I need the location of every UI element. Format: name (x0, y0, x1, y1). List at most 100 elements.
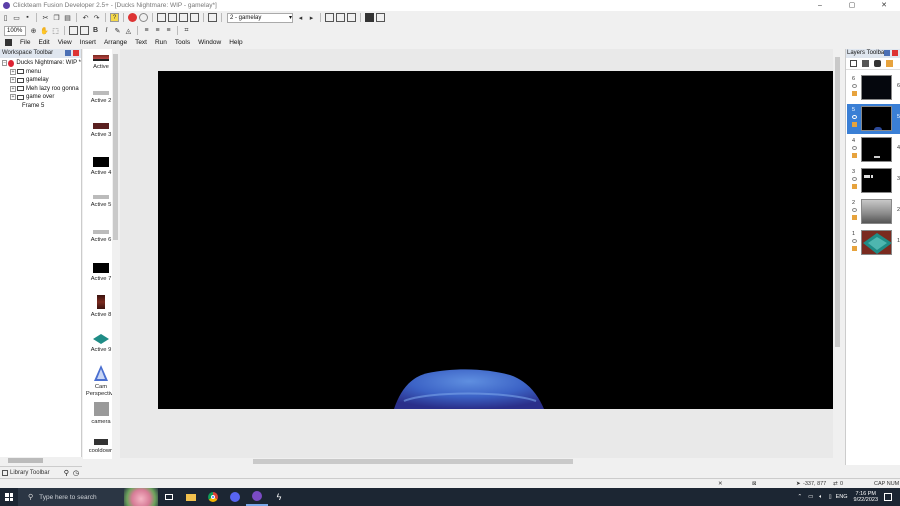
help-icon[interactable]: ? (110, 13, 119, 22)
object-list-scrollbar[interactable] (112, 49, 119, 459)
lock-icon[interactable] (852, 122, 857, 127)
tray-expand-icon[interactable]: ⌃ (797, 494, 802, 500)
data-elements-icon[interactable] (208, 13, 217, 22)
paste-icon[interactable]: ▤ (63, 13, 72, 22)
eye-icon[interactable] (852, 239, 857, 243)
game-frame-canvas[interactable] (158, 71, 834, 409)
add-layer-icon[interactable] (850, 60, 857, 67)
hand-icon[interactable]: ✋ (40, 26, 49, 35)
eye-icon[interactable] (852, 177, 857, 181)
menu-run[interactable]: Run (151, 39, 171, 46)
previous-frame-icon[interactable]: ◂ (296, 13, 305, 22)
scroll-thumb[interactable] (8, 458, 43, 463)
storyboard-editor-icon[interactable] (157, 13, 166, 22)
save-icon[interactable]: ▪ (23, 13, 32, 22)
close-button[interactable]: ✕ (868, 0, 900, 11)
eye-icon[interactable] (852, 208, 857, 212)
layer-visibility-icon[interactable] (874, 60, 881, 67)
file-explorer-button[interactable] (180, 488, 202, 506)
fill-icon[interactable]: ◬ (124, 26, 133, 35)
scroll-thumb[interactable] (835, 57, 840, 347)
window-layout-icon[interactable] (347, 13, 356, 22)
lock-icon[interactable] (852, 215, 857, 220)
undo-icon[interactable]: ↶ (81, 13, 90, 22)
menu-help[interactable]: Help (225, 39, 246, 46)
tree-item-frame[interactable]: + Meh lazy roo gonna (0, 85, 81, 94)
minimize-button[interactable]: – (804, 0, 836, 11)
frame-properties-icon[interactable] (325, 13, 334, 22)
expand-icon[interactable]: + (10, 85, 16, 92)
duck-silhouette[interactable] (158, 71, 834, 409)
lock-icon[interactable] (852, 153, 857, 158)
maximize-button[interactable]: ▢ (836, 0, 868, 11)
new-icon[interactable]: ▯ (1, 13, 10, 22)
language-indicator[interactable]: ENG (836, 494, 848, 500)
run-frame-icon[interactable] (139, 13, 148, 22)
menu-file[interactable]: File (16, 39, 34, 46)
tree-item-frame[interactable]: Frame 5 (0, 102, 81, 111)
tree-item-frame[interactable]: + menu (0, 68, 81, 77)
redo-icon[interactable]: ↷ (92, 13, 101, 22)
expand-icon[interactable]: + (10, 77, 16, 84)
close-icon[interactable] (892, 50, 898, 56)
chrome-button[interactable] (202, 488, 224, 506)
tree-item-frame[interactable]: + game over (0, 93, 81, 102)
battery-icon[interactable]: ▯ (829, 494, 832, 500)
align-center-icon[interactable]: ≡ (153, 26, 162, 35)
fusion-button[interactable] (246, 488, 268, 506)
menu-arrange[interactable]: Arrange (100, 39, 131, 46)
frame-select[interactable]: 2 - gamelay ▾ (227, 12, 293, 23)
eye-icon[interactable] (852, 84, 857, 88)
volume-icon[interactable]: 🔈︎ (819, 494, 822, 501)
pin-icon[interactable] (65, 50, 71, 56)
open-icon[interactable]: ▭ (12, 13, 21, 22)
layer-row-selected[interactable]: 5 5 (847, 104, 900, 134)
layer-row[interactable]: 4 4 (847, 135, 900, 165)
lock-icon[interactable] (852, 184, 857, 189)
bold-icon[interactable]: B (91, 26, 100, 35)
menu-insert[interactable]: Insert (76, 39, 100, 46)
layer-row[interactable]: 1 1 (847, 228, 900, 258)
collapse-icon[interactable]: − (2, 60, 8, 67)
pen-icon[interactable]: ✎ (113, 26, 122, 35)
close-icon[interactable] (73, 50, 79, 56)
library-label[interactable]: Library Toolbar (10, 470, 50, 476)
grid-icon[interactable] (376, 13, 385, 22)
scroll-thumb[interactable] (253, 459, 573, 464)
grid-toggle-icon[interactable] (69, 26, 78, 35)
zoom-select[interactable]: 100% (4, 25, 26, 36)
snap-icon[interactable] (80, 26, 89, 35)
tree-item-project[interactable]: − Ducks Nightmare: WIP * (0, 59, 81, 68)
run-application-icon[interactable] (128, 13, 137, 22)
italic-icon[interactable]: I (102, 26, 111, 35)
stop-icon[interactable] (365, 13, 374, 22)
workspace-hscrollbar[interactable] (0, 457, 82, 465)
menu-tools[interactable]: Tools (171, 39, 194, 46)
editor-hscrollbar[interactable] (120, 458, 842, 466)
search-icon[interactable]: ⚲ (64, 469, 69, 477)
layer-row[interactable]: 3 3 (847, 166, 900, 196)
layer-lock-icon[interactable] (886, 60, 893, 67)
start-button[interactable] (0, 488, 18, 506)
event-list-icon[interactable] (190, 13, 199, 22)
lock-icon[interactable] (852, 91, 857, 96)
lock-icon[interactable] (852, 246, 857, 251)
expand-icon[interactable]: + (10, 68, 16, 75)
taskbar-search[interactable]: ⚲ Type here to search (18, 488, 158, 506)
frame-editor-icon[interactable] (168, 13, 177, 22)
select-icon[interactable]: ⬚ (51, 26, 60, 35)
eye-icon[interactable] (852, 146, 857, 150)
network-icon[interactable]: ▭ (808, 494, 813, 500)
cut-icon[interactable]: ✂ (41, 13, 50, 22)
pin-icon[interactable] (884, 50, 890, 56)
delete-layer-icon[interactable] (862, 60, 869, 67)
menu-edit[interactable]: Edit (34, 39, 53, 46)
app-button[interactable]: ϟ (268, 488, 290, 506)
notifications-icon[interactable] (884, 493, 892, 501)
align-right-icon[interactable]: ≡ (164, 26, 173, 35)
layer-row[interactable]: 2 2 (847, 197, 900, 227)
copy-icon[interactable]: ❐ (52, 13, 61, 22)
eye-icon[interactable] (852, 115, 857, 119)
zoom-icon[interactable]: ⊕ (29, 26, 38, 35)
discord-button[interactable] (224, 488, 246, 506)
